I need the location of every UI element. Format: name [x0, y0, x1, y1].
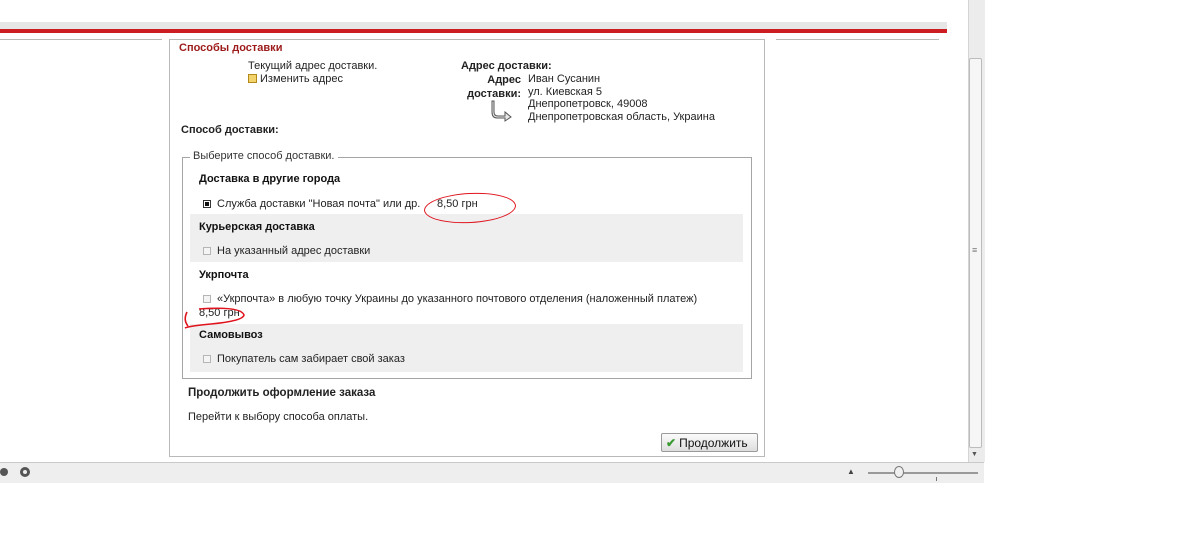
- option-label: Служба доставки "Новая почта" или др.: [217, 198, 421, 210]
- group-title: Курьерская доставка: [199, 221, 315, 233]
- return-arrow-icon: [491, 100, 512, 122]
- status-bar: ▲: [0, 462, 984, 483]
- edit-note-icon: [248, 74, 257, 83]
- continue-text: Перейти к выбору способа оплаты.: [188, 411, 369, 423]
- zoom-up-arrow-icon[interactable]: ▲: [847, 467, 855, 476]
- section-title: Способы доставки: [179, 42, 283, 54]
- change-address-label: Изменить адрес: [260, 73, 343, 85]
- shipping-address-lines: Иван Сусанин ул. Киевская 5 Днепропетров…: [528, 73, 715, 123]
- radio-courier[interactable]: [203, 247, 211, 255]
- zoom-slider-handle[interactable]: [894, 466, 904, 478]
- current-address-label: Текущий адрес доставки.: [248, 60, 378, 72]
- scroll-grip-icon: ≡: [972, 245, 978, 255]
- group-title: Укрпочта: [199, 269, 249, 281]
- shipping-address-heading: Адрес доставки:: [461, 60, 552, 72]
- shipping-address-label: Адрес доставки:: [467, 74, 521, 100]
- address-line: Иван Сусанин: [528, 73, 601, 85]
- address-line: Днепропетровск, 49008: [528, 98, 648, 110]
- radio-pickup[interactable]: [203, 355, 211, 363]
- address-line: ул. Киевская 5: [528, 85, 602, 98]
- header-red-line: [0, 29, 947, 33]
- continue-button-label: Продолжить: [679, 435, 748, 450]
- left-divider: [0, 39, 162, 40]
- option-label: «Укрпочта» в любую точку Украины до указ…: [217, 293, 698, 305]
- option-label: На указанный адрес доставки: [217, 245, 371, 257]
- continue-title: Продолжить оформление заказа: [188, 387, 376, 399]
- zoom-tick: [936, 477, 937, 481]
- status-globe-icon: [0, 468, 8, 476]
- checkmark-icon: ✔: [666, 435, 677, 450]
- option-label: Покупатель сам забирает свой заказ: [217, 353, 405, 365]
- delivery-group-ukrposhta: Укрпочта «Укрпочта» в любую точку Украин…: [190, 262, 743, 324]
- zoom-slider-track[interactable]: [868, 472, 978, 474]
- right-divider: [776, 39, 939, 40]
- fieldset-legend: Выберите способ доставки.: [190, 150, 338, 162]
- annotation-mark-price: [184, 307, 245, 329]
- delivery-method-heading: Способ доставки:: [181, 124, 279, 136]
- group-title: Доставка в другие города: [199, 173, 341, 185]
- radio-ukrposhta[interactable]: [203, 295, 211, 303]
- address-line: Днепропетровская область, Украина: [528, 110, 715, 123]
- change-address-link[interactable]: Изменить адрес: [248, 73, 343, 85]
- browser-top-strip: [0, 22, 947, 29]
- scroll-down-arrow-icon[interactable]: ▼: [971, 451, 978, 458]
- delivery-group-pickup: Самовывоз Покупатель сам забирает свой з…: [190, 324, 743, 372]
- continue-button[interactable]: ✔ Продолжить: [661, 433, 758, 452]
- radio-nova-poshta[interactable]: [203, 200, 211, 208]
- status-security-icon: [20, 467, 30, 477]
